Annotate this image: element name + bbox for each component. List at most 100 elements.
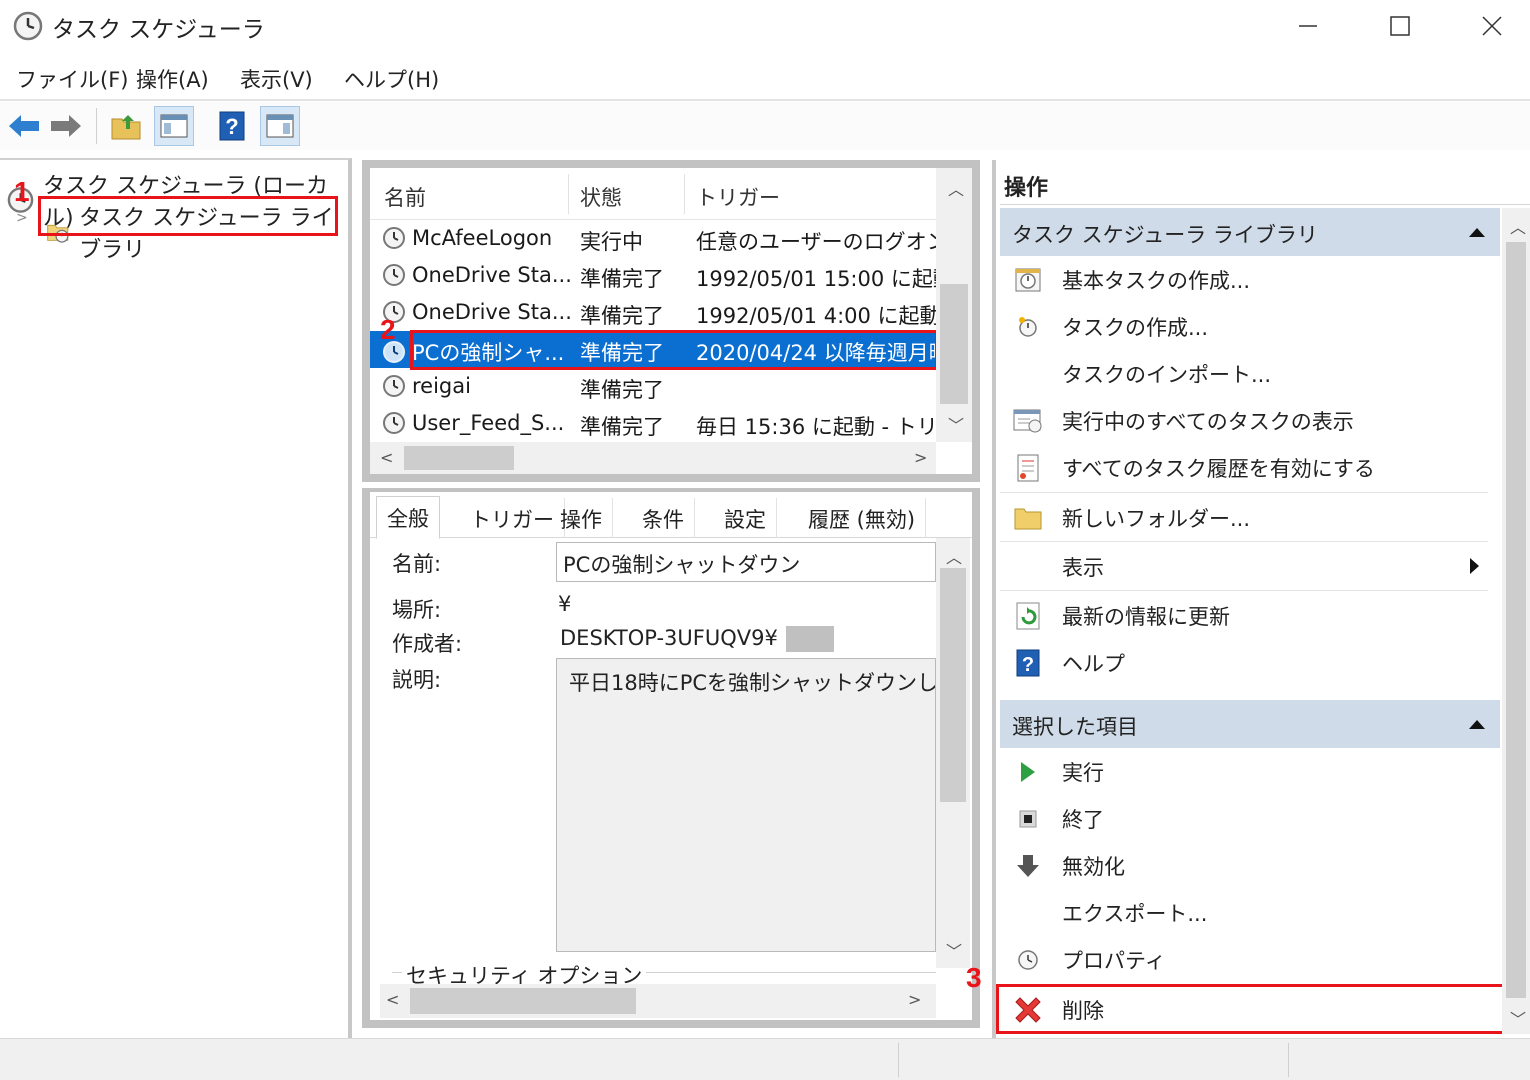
actions-separator — [1000, 541, 1488, 542]
name-field[interactable]: PCの強制シャットダウン — [556, 542, 936, 582]
menu-bar: ファイル(F) 操作(A) 表示(V) ヘルプ(H) — [0, 58, 1530, 100]
action-label: 新しいフォルダー... — [1062, 506, 1251, 531]
action-help[interactable]: ? ヘルプ — [1000, 639, 1488, 686]
menu-help[interactable]: ヘルプ(H) — [344, 64, 439, 94]
description-field[interactable]: 平日18時にPCを強制シャットダウンします — [556, 658, 936, 952]
folder-up-icon — [111, 115, 141, 140]
action-export[interactable]: エクスポート... — [1000, 889, 1488, 936]
tab-actions[interactable]: 操作 — [550, 498, 613, 538]
tab-general[interactable]: 全般 — [376, 496, 440, 539]
scroll-left-icon[interactable]: < — [380, 448, 393, 467]
column-header-name[interactable]: 名前 — [384, 182, 426, 212]
scroll-up-icon[interactable]: ︿ — [946, 544, 962, 568]
minimize-button[interactable] — [1262, 0, 1354, 52]
menu-file[interactable]: ファイル(F) — [16, 64, 128, 94]
menu-view[interactable]: 表示(V) — [240, 64, 313, 94]
section-header-selected[interactable]: 選択した項目 — [1000, 700, 1500, 748]
scroll-thumb[interactable] — [404, 446, 514, 470]
scroll-up-icon[interactable]: ︿ — [948, 176, 964, 200]
scroll-left-icon[interactable]: < — [386, 990, 399, 1009]
action-view[interactable]: 表示 — [1000, 543, 1488, 590]
action-label: ヘルプ — [1062, 651, 1125, 676]
help-button[interactable]: ? — [212, 106, 252, 146]
task-trigger: 1992/05/01 15:00 に起動 - — [696, 267, 936, 291]
highlight-box-1 — [38, 196, 338, 236]
action-show-running-tasks[interactable]: 実行中のすべてのタスクの表示 — [1000, 397, 1488, 444]
back-arrow-icon — [9, 115, 39, 137]
column-header-status[interactable]: 状態 — [580, 182, 622, 212]
scroll-thumb[interactable] — [410, 988, 636, 1014]
status-divider — [1288, 1043, 1289, 1077]
folder-up-button[interactable] — [106, 106, 146, 146]
close-icon — [1482, 16, 1502, 36]
table-row[interactable]: McAfeeLogon 実行中 任意のユーザーのログオン時 — [370, 220, 936, 257]
redacted-block — [786, 626, 834, 652]
action-run[interactable]: 実行 — [1000, 748, 1488, 795]
actions-separator — [1000, 590, 1488, 591]
action-label: タスクの作成... — [1062, 315, 1209, 340]
task-details-pane: 全般 トリガー 操作 条件 設定 履歴 (無効) 名前: PCの強制シャットダウ… — [362, 488, 980, 1028]
scroll-down-icon[interactable]: ﹀ — [1510, 1006, 1526, 1030]
title-bar: タスク スケジューラ — [0, 0, 1530, 52]
table-row[interactable]: reigai 準備完了 — [370, 368, 936, 405]
scroll-thumb[interactable] — [940, 568, 966, 802]
action-import-task[interactable]: タスクのインポート... — [1000, 350, 1488, 397]
action-create-basic-task[interactable]: 基本タスクの作成... — [1000, 256, 1488, 303]
step-number-1: 1 — [14, 176, 30, 207]
scroll-down-icon[interactable]: ﹀ — [946, 938, 962, 962]
expand-chevron-icon[interactable]: > — [16, 210, 28, 226]
task-clock-icon — [383, 227, 405, 249]
scroll-thumb[interactable] — [1506, 242, 1526, 998]
maximize-button[interactable] — [1354, 0, 1446, 52]
actions-separator — [1000, 492, 1488, 493]
action-refresh[interactable]: 最新の情報に更新 — [1000, 592, 1488, 639]
back-button[interactable] — [4, 106, 44, 146]
table-row[interactable]: OneDrive Sta... 準備完了 1992/05/01 15:00 に起… — [370, 257, 936, 294]
tab-history[interactable]: 履歴 (無効) — [798, 498, 927, 538]
task-trigger: 任意のユーザーのログオン時 — [696, 230, 936, 254]
scroll-up-icon[interactable]: ︿ — [1510, 214, 1526, 238]
action-end[interactable]: 終了 — [1000, 795, 1488, 842]
tab-conditions[interactable]: 条件 — [632, 498, 695, 538]
console-tree: タスク スケジューラ (ローカル) 1 > タスク スケジューラ ライブラリ — [0, 158, 352, 1038]
action-disable[interactable]: 無効化 — [1000, 842, 1488, 889]
svg-text:?: ? — [225, 114, 238, 139]
task-list-hscrollbar[interactable]: < > — [370, 442, 936, 474]
svg-text:?: ? — [1022, 654, 1034, 676]
scroll-thumb[interactable] — [940, 284, 968, 404]
section-header-library[interactable]: タスク スケジューラ ライブラリ — [1000, 208, 1500, 256]
scroll-down-icon[interactable]: ﹀ — [948, 412, 964, 436]
running-tasks-icon — [1013, 409, 1042, 432]
forward-button[interactable] — [46, 106, 86, 146]
show-hide-action-pane-button[interactable] — [260, 106, 300, 146]
action-label: 実行中のすべてのタスクの表示 — [1062, 409, 1354, 434]
task-list-vscrollbar[interactable]: ︿ ﹀ — [936, 168, 972, 442]
menu-action[interactable]: 操作(A) — [136, 64, 209, 94]
action-properties[interactable]: プロパティ — [1000, 936, 1488, 983]
help-icon: ? — [1016, 649, 1040, 676]
details-vscrollbar[interactable]: ︿ ﹀ — [936, 538, 970, 968]
section-header-library-label: タスク スケジューラ ライブラリ — [1012, 223, 1318, 247]
actions-vscrollbar[interactable]: ︿ ﹀ — [1502, 208, 1530, 1034]
close-button[interactable] — [1446, 0, 1530, 52]
forward-arrow-icon — [51, 115, 81, 137]
task-trigger: 1992/05/01 4:00 に起動 - — [696, 304, 936, 328]
action-new-folder[interactable]: 新しいフォルダー... — [1000, 494, 1488, 541]
task-status: 準備完了 — [580, 267, 664, 291]
action-create-task[interactable]: タスクの作成... — [1000, 303, 1488, 350]
tab-settings[interactable]: 設定 — [714, 498, 777, 538]
history-icon — [1017, 454, 1039, 481]
action-label: 表示 — [1062, 555, 1104, 580]
action-enable-history[interactable]: すべてのタスク履歴を有効にする — [1000, 444, 1488, 491]
scroll-right-icon[interactable]: > — [914, 448, 927, 467]
table-row[interactable]: OneDrive Sta... 準備完了 1992/05/01 4:00 に起動… — [370, 294, 936, 331]
step-number-3: 3 — [966, 962, 982, 993]
task-status: 準備完了 — [580, 304, 664, 328]
table-row[interactable]: User_Feed_S... 準備完了 毎日 15:36 に起動 - トリガ — [370, 405, 936, 442]
task-name: McAfeeLogon — [412, 226, 553, 250]
column-header-trigger[interactable]: トリガー — [696, 182, 780, 212]
scroll-right-icon[interactable]: > — [908, 990, 921, 1009]
details-hscrollbar[interactable]: < > — [380, 984, 936, 1018]
show-hide-tree-button[interactable] — [154, 106, 194, 146]
run-icon — [1021, 761, 1035, 782]
